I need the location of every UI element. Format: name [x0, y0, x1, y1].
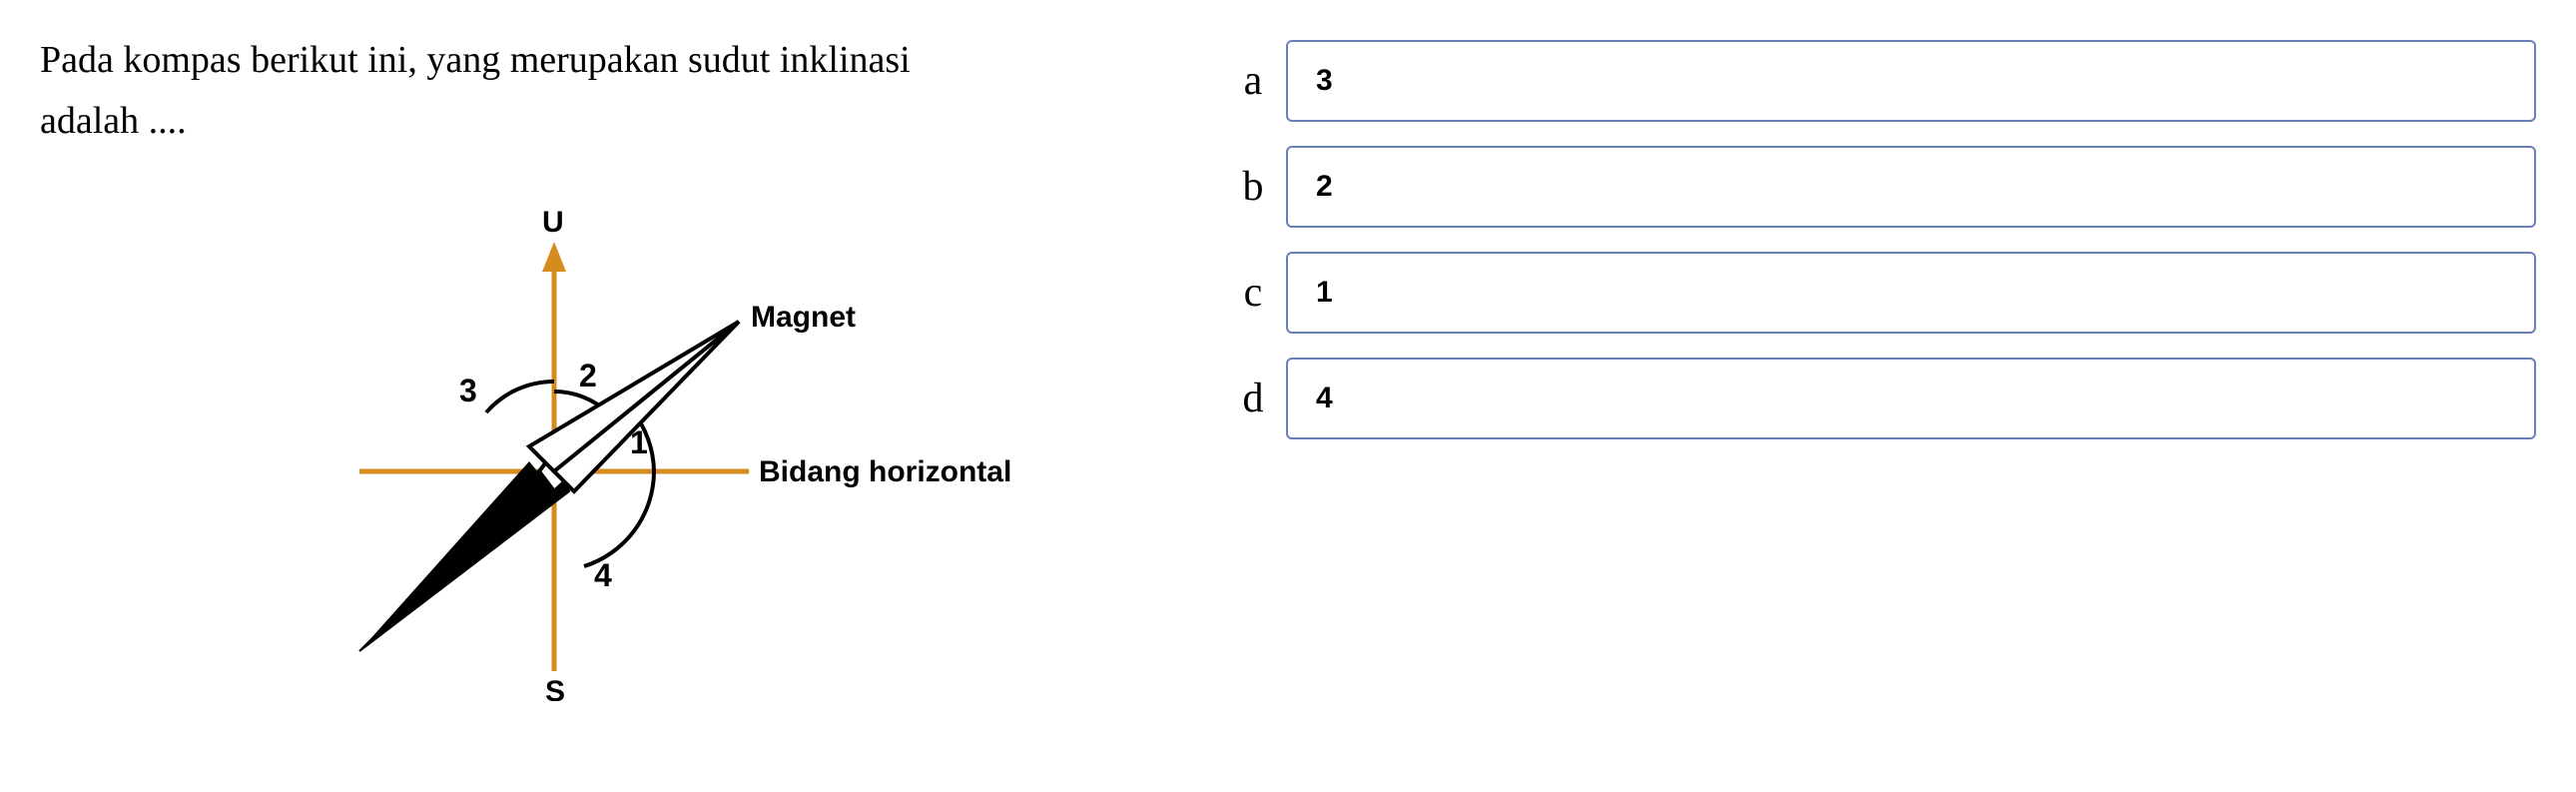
option-d-letter: d — [1238, 375, 1268, 422]
needle-south-2 — [359, 461, 554, 651]
options-column: a 3 b 2 c 1 d 4 — [1238, 30, 2536, 701]
question-column: Pada kompas berikut ini, yang merupakan … — [40, 30, 1158, 701]
compass-diagram: U S Magnet Bidang horizontal 1 2 3 4 — [300, 182, 1018, 701]
option-c-row: c 1 — [1238, 252, 2536, 334]
option-a-row: a 3 — [1238, 40, 2536, 122]
angle-label-2: 2 — [579, 358, 597, 394]
option-b-letter: b — [1238, 163, 1268, 211]
option-c-box[interactable]: 1 — [1286, 252, 2536, 334]
option-b-box[interactable]: 2 — [1286, 146, 2536, 228]
question-line-1: Pada kompas berikut ini, yang merupakan … — [40, 39, 911, 81]
label-u: U — [542, 206, 564, 239]
arc-4 — [584, 471, 654, 566]
diagram-wrapper: U S Magnet Bidang horizontal 1 2 3 4 — [40, 182, 1158, 701]
option-a-text: 3 — [1316, 64, 1333, 97]
option-d-row: d 4 — [1238, 358, 2536, 439]
arc-3 — [486, 382, 554, 412]
option-d-box[interactable]: 4 — [1286, 358, 2536, 439]
label-horizontal: Bidang horizontal — [759, 455, 1011, 488]
label-s: S — [545, 675, 565, 701]
option-c-text: 1 — [1316, 276, 1333, 309]
option-b-row: b 2 — [1238, 146, 2536, 228]
options-list: a 3 b 2 c 1 d 4 — [1238, 40, 2536, 439]
angle-label-1: 1 — [630, 424, 648, 460]
needle-north-bottom — [554, 322, 739, 491]
option-c-letter: c — [1238, 269, 1268, 317]
label-magnet: Magnet — [751, 301, 856, 334]
angle-label-4: 4 — [594, 557, 612, 593]
question-text: Pada kompas berikut ini, yang merupakan … — [40, 30, 1158, 152]
option-d-text: 4 — [1316, 382, 1333, 414]
angle-label-3: 3 — [459, 373, 477, 408]
option-b-text: 2 — [1316, 170, 1333, 203]
option-a-box[interactable]: 3 — [1286, 40, 2536, 122]
question-line-2: adalah .... — [40, 100, 187, 142]
option-a-letter: a — [1238, 57, 1268, 105]
arrow-up-icon — [542, 242, 566, 272]
